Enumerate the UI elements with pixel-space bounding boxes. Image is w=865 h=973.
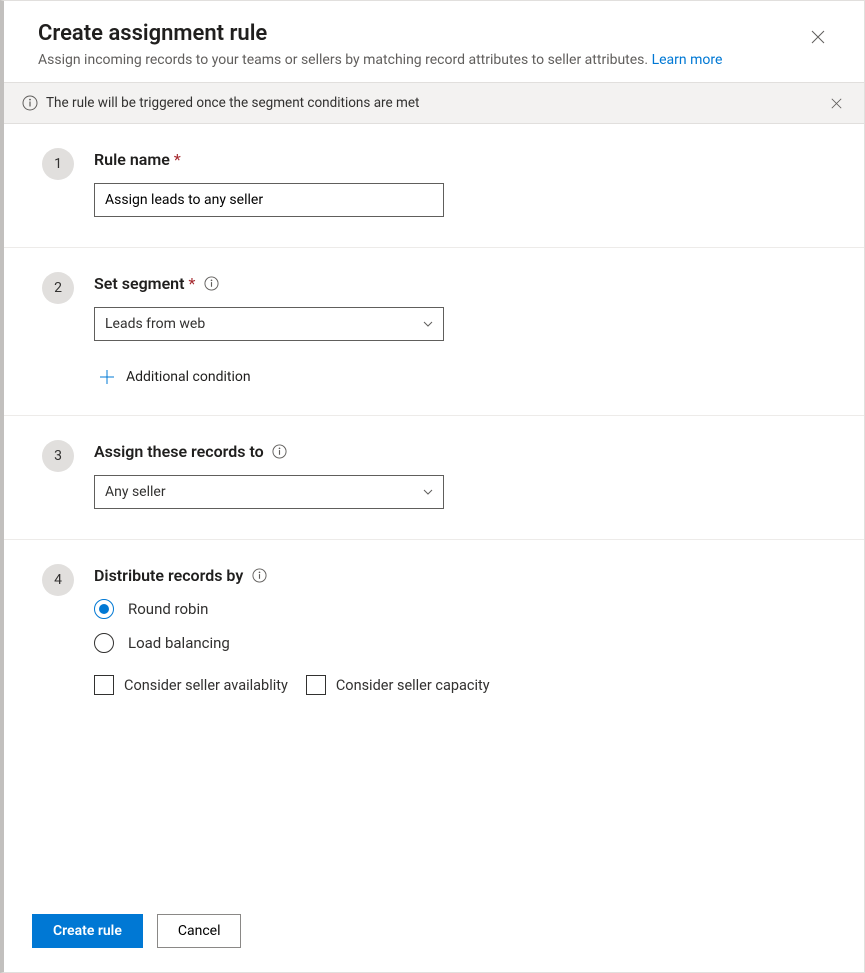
section-assign-to: 3 Assign these records to Any seller — [4, 416, 864, 540]
rule-name-input[interactable] — [94, 183, 444, 217]
info-icon[interactable] — [272, 444, 288, 460]
close-icon — [831, 98, 842, 109]
radio-label: Round robin — [128, 600, 208, 618]
assign-to-select[interactable]: Any seller — [94, 475, 444, 509]
step-number: 3 — [42, 440, 74, 472]
info-icon — [22, 95, 38, 111]
plus-icon — [100, 370, 114, 384]
panel-footer: Create rule Cancel — [4, 892, 864, 972]
close-button[interactable] — [802, 21, 834, 53]
section-set-segment: 2 Set segment * Leads from web — [4, 248, 864, 416]
checkbox-availability[interactable]: Consider seller availablity — [94, 675, 288, 695]
panel-header: Create assignment rule Assign incoming r… — [4, 1, 864, 82]
checkbox-icon — [94, 675, 114, 695]
checkbox-label: Consider seller capacity — [336, 677, 490, 694]
cancel-button[interactable]: Cancel — [157, 914, 242, 948]
segment-select[interactable]: Leads from web — [94, 307, 444, 341]
info-icon[interactable] — [251, 568, 267, 584]
info-bar: The rule will be triggered once the segm… — [4, 82, 864, 124]
checkbox-capacity[interactable]: Consider seller capacity — [306, 675, 490, 695]
select-value: Any seller — [105, 484, 166, 500]
section-rule-name: 1 Rule name * — [4, 124, 864, 248]
radio-icon — [94, 633, 114, 653]
additional-condition-label: Additional condition — [126, 369, 251, 385]
step-number: 2 — [42, 272, 74, 304]
label-text: Rule name — [94, 150, 170, 169]
radio-icon — [94, 599, 114, 619]
select-value: Leads from web — [105, 316, 205, 332]
step-number: 1 — [42, 148, 74, 180]
radio-load-balancing[interactable]: Load balancing — [94, 633, 834, 653]
label-text: Distribute records by — [94, 566, 243, 585]
close-icon — [811, 30, 825, 44]
subtitle-text: Assign incoming records to your teams or… — [38, 52, 648, 68]
label-text: Set segment — [94, 274, 184, 293]
checkbox-label: Consider seller availablity — [124, 677, 288, 694]
info-dismiss-button[interactable] — [826, 93, 846, 113]
field-label: Assign these records to — [94, 442, 834, 461]
learn-more-link[interactable]: Learn more — [652, 52, 723, 68]
info-icon[interactable] — [203, 276, 219, 292]
checkbox-icon — [306, 675, 326, 695]
create-assignment-rule-panel: Create assignment rule Assign incoming r… — [0, 0, 865, 973]
field-label: Rule name * — [94, 150, 834, 169]
panel-title: Create assignment rule — [38, 21, 802, 46]
radio-round-robin[interactable]: Round robin — [94, 599, 834, 619]
panel-subtitle: Assign incoming records to your teams or… — [38, 52, 802, 68]
field-label: Set segment * — [94, 274, 834, 293]
section-distribute: 4 Distribute records by Round robin Load… — [4, 540, 864, 725]
required-indicator: * — [174, 150, 181, 169]
create-rule-button[interactable]: Create rule — [32, 914, 143, 948]
field-label: Distribute records by — [94, 566, 834, 585]
radio-label: Load balancing — [128, 634, 230, 652]
label-text: Assign these records to — [94, 442, 264, 461]
required-indicator: * — [188, 274, 195, 293]
additional-condition-button[interactable]: Additional condition — [100, 369, 834, 385]
step-number: 4 — [42, 564, 74, 596]
info-message: The rule will be triggered once the segm… — [46, 95, 826, 111]
